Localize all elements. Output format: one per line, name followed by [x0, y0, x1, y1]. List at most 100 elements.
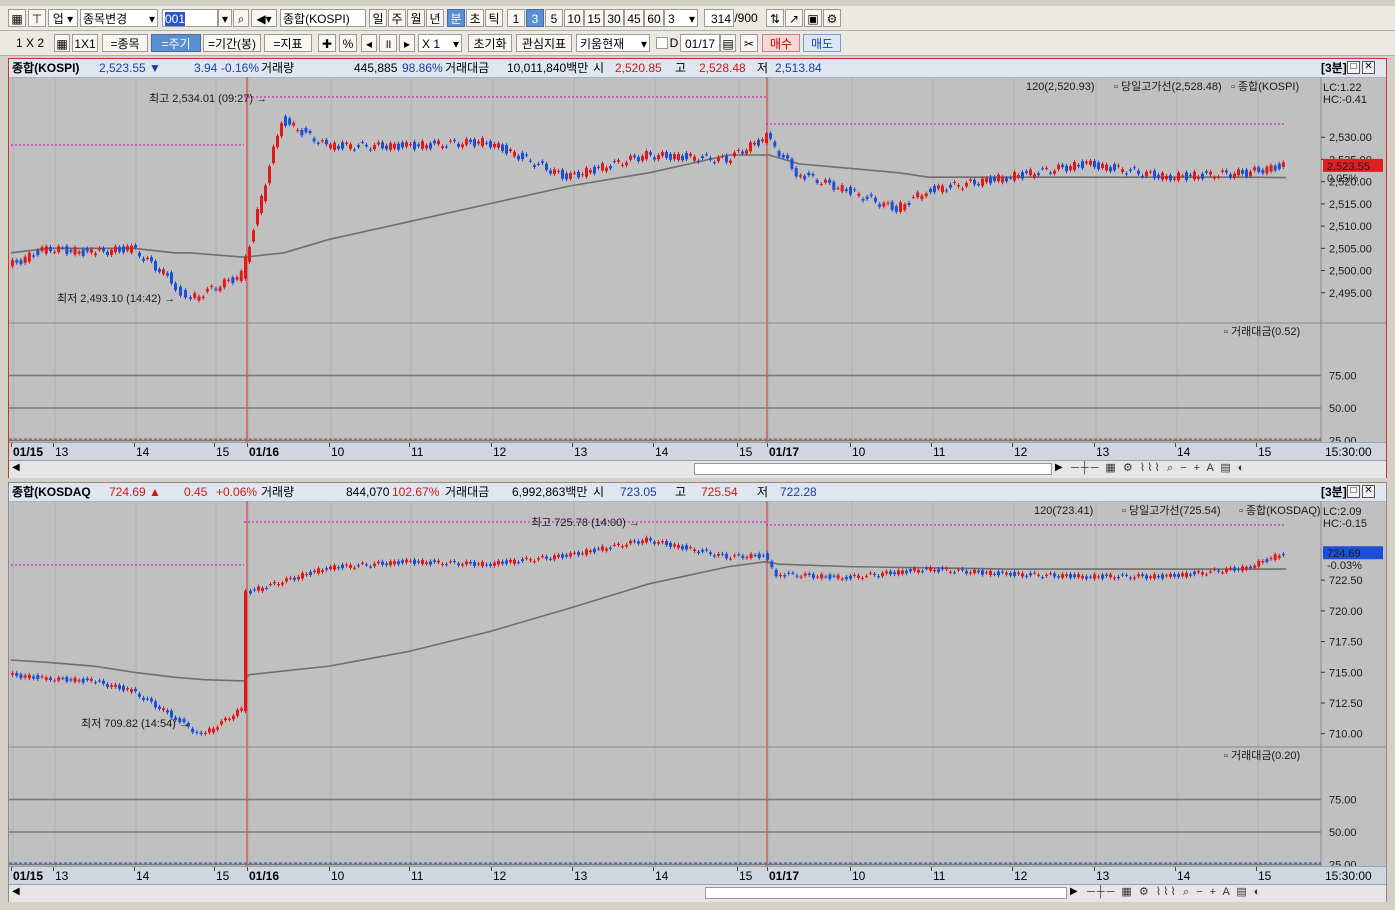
- candle-body: [369, 566, 372, 568]
- calendar-icon[interactable]: ▤: [720, 34, 736, 52]
- time-label: 12: [493, 445, 507, 459]
- interval-15[interactable]: 15: [584, 9, 604, 27]
- code-dropdown-icon[interactable]: ▾: [218, 9, 232, 27]
- crosshair-icon[interactable]: ✚: [318, 34, 336, 52]
- period-tick[interactable]: 틱: [485, 9, 503, 27]
- scroll-right-icon[interactable]: ▶: [1070, 886, 1078, 897]
- candle-body: [1237, 568, 1240, 570]
- prev-icon[interactable]: ◂: [361, 34, 377, 52]
- candle-body: [701, 549, 704, 552]
- period-day[interactable]: 일: [369, 9, 387, 27]
- interval-10[interactable]: 10: [564, 9, 584, 27]
- candle-body: [497, 560, 500, 565]
- close-icon[interactable]: ✕: [1362, 61, 1375, 74]
- interest-indicator-button[interactable]: 관심지표: [516, 34, 572, 52]
- candle-body: [429, 561, 432, 565]
- time-tick: [134, 867, 135, 871]
- interval-45[interactable]: 45: [624, 9, 644, 27]
- sell-button[interactable]: 매도: [803, 34, 841, 52]
- maximize-icon[interactable]: □: [1347, 61, 1360, 74]
- period-minute[interactable]: 분: [447, 9, 465, 27]
- candle-body: [1253, 565, 1257, 568]
- kiwoom-select[interactable]: 키움현재 ▾: [576, 34, 650, 52]
- range-link-button[interactable]: =기간(봉): [203, 34, 261, 52]
- chart-tools-icon[interactable]: ─┼─ ▦ ⚙ ⌇⌇⌇ ⌕ − + A ▤ ◐: [1087, 885, 1262, 899]
- code-input[interactable]: 001: [162, 9, 218, 27]
- kosdaq-chart[interactable]: 722.50 720.00 717.50 715.00 712.50 710.00 120(…: [9, 501, 1386, 866]
- chart-tools-icon[interactable]: ─┼─ ▦ ⚙ ⌇⌇⌇ ⌕ − + A ▤ ◐: [1071, 461, 1246, 475]
- layout-icon[interactable]: ▦: [8, 9, 26, 27]
- buy-button[interactable]: 매수: [762, 34, 800, 52]
- candle-body: [425, 562, 428, 564]
- pause-icon[interactable]: ॥: [379, 34, 397, 52]
- kosdaq-scrollbar[interactable]: ◀ ▶ ─┼─ ▦ ⚙ ⌇⌇⌇ ⌕ − + A ▤ ◐: [9, 884, 1386, 902]
- interval-select[interactable]: 3 ▾: [664, 9, 698, 27]
- period-week[interactable]: 주: [388, 9, 406, 27]
- scroll-thumb[interactable]: [694, 463, 1052, 475]
- candle-body: [285, 578, 288, 582]
- pin-icon[interactable]: ⊤: [28, 9, 46, 27]
- candle-body: [341, 142, 344, 149]
- candle-body: [304, 128, 308, 133]
- settings-icon[interactable]: ⚙: [823, 9, 841, 27]
- period-link-button[interactable]: =주기: [151, 34, 201, 52]
- line-tool-icon[interactable]: ↗: [785, 9, 803, 27]
- count-input[interactable]: 314: [704, 9, 734, 27]
- search-icon[interactable]: ⌕: [233, 9, 249, 27]
- symbol-link-button[interactable]: =종목: [102, 34, 148, 52]
- interval-5[interactable]: 5: [545, 9, 563, 27]
- time-label: 13: [55, 869, 69, 883]
- market-select[interactable]: 업 ▾: [48, 9, 78, 27]
- date-checkbox[interactable]: [656, 37, 668, 49]
- layout-1x1-button[interactable]: 1X1: [72, 34, 98, 52]
- candle-body: [1117, 576, 1120, 579]
- interval-60[interactable]: 60: [644, 9, 664, 27]
- interval-3[interactable]: 3: [526, 9, 544, 27]
- scroll-thumb[interactable]: [705, 887, 1067, 899]
- interval-1[interactable]: 1: [507, 9, 525, 27]
- maximize-icon[interactable]: □: [1347, 485, 1360, 498]
- reset-button[interactable]: 초기화: [468, 34, 512, 52]
- symbol-change-select[interactable]: 종목변경 ▾: [80, 9, 158, 27]
- candle-body: [882, 202, 886, 207]
- count-total: /900: [734, 11, 758, 25]
- candle-body: [457, 563, 460, 566]
- scissors-icon[interactable]: ✂: [740, 34, 758, 52]
- close-icon[interactable]: ✕: [1362, 485, 1375, 498]
- zoom-select[interactable]: X 1 ▾: [418, 34, 462, 52]
- candle-body: [235, 277, 239, 280]
- indicator-link-button[interactable]: =지표: [264, 34, 312, 52]
- next-icon[interactable]: ▸: [399, 34, 415, 52]
- candle-body: [1273, 554, 1277, 560]
- candle-body: [1169, 573, 1172, 577]
- grid-icon[interactable]: ▦: [54, 34, 70, 52]
- candle-body: [961, 188, 964, 190]
- hc-label: HC:-0.15: [1323, 518, 1367, 530]
- candle-body: [761, 555, 765, 557]
- interval-30[interactable]: 30: [604, 9, 624, 27]
- candle-body: [1017, 572, 1020, 575]
- date-input[interactable]: 01/17: [680, 34, 720, 52]
- candle-body: [11, 672, 14, 675]
- candle-body: [320, 140, 324, 142]
- date-checkbox-label: D: [669, 36, 679, 50]
- period-month[interactable]: 월: [407, 9, 425, 27]
- scroll-left-icon[interactable]: ◀: [12, 886, 20, 897]
- save-icon[interactable]: ▣: [804, 9, 822, 27]
- kospi-scrollbar[interactable]: ◀ ▶ ─┼─ ▦ ⚙ ⌇⌇⌇ ⌕ − + A ▤ ◐: [9, 460, 1386, 478]
- percent-button[interactable]: %: [339, 34, 357, 52]
- sound-icon[interactable]: ◀▾: [251, 9, 277, 27]
- candle-body: [269, 584, 272, 586]
- scroll-right-icon[interactable]: ▶: [1055, 462, 1063, 473]
- period-second[interactable]: 초: [466, 9, 484, 27]
- time-label: 11: [411, 445, 424, 459]
- scroll-left-icon[interactable]: ◀: [12, 462, 20, 473]
- sort-icon[interactable]: ⇅: [766, 9, 784, 27]
- candle-body: [832, 575, 836, 577]
- candle-body: [397, 561, 400, 565]
- candle-body: [933, 569, 936, 572]
- daily-high-legend: ▫ 당일고가선(725.54): [1122, 503, 1221, 517]
- kospi-chart[interactable]: 2,530.002,525.002,520.002,515.002,510.00…: [9, 77, 1386, 442]
- candle-body: [11, 260, 14, 267]
- period-year[interactable]: 년: [426, 9, 444, 27]
